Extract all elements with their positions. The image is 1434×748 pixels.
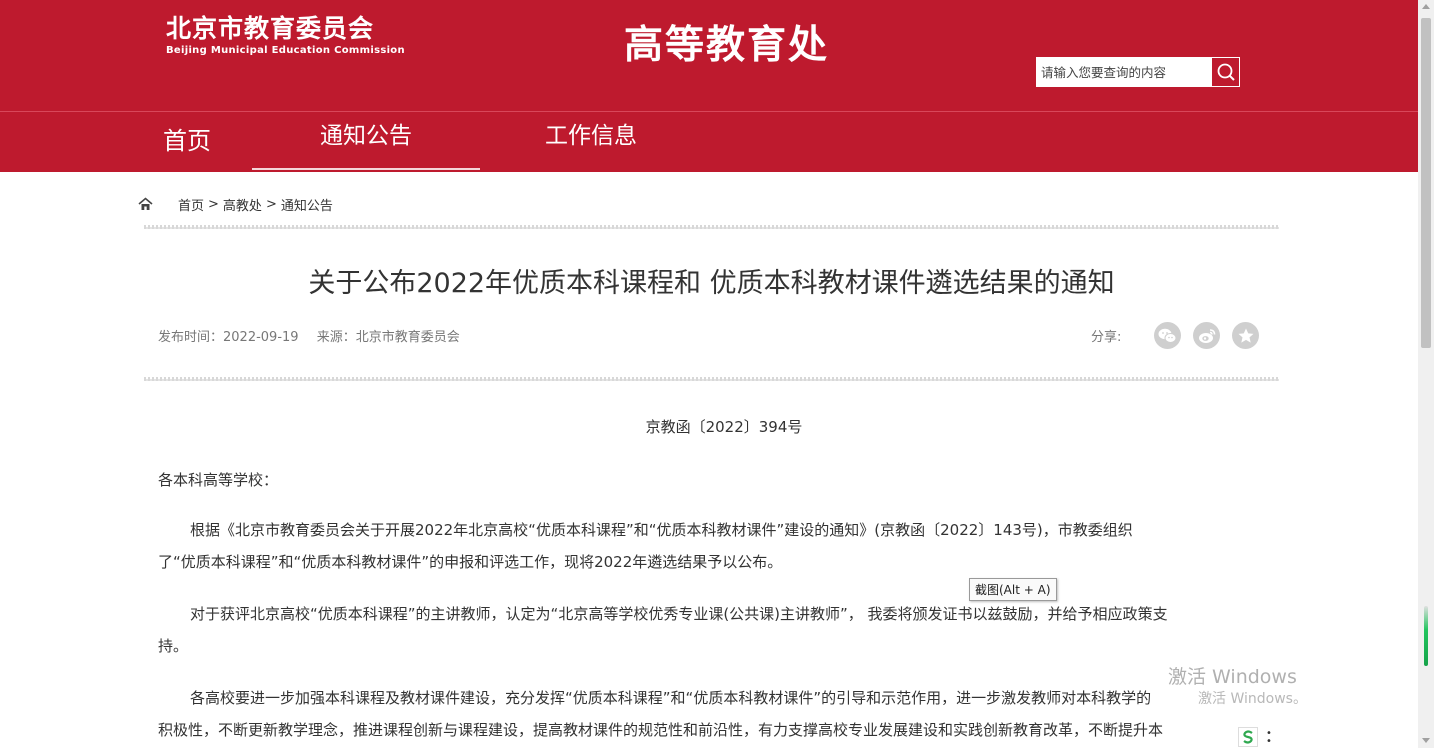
home-icon[interactable] xyxy=(138,197,153,211)
paragraph-line: 积极性，不断更新教学理念，推进课程创新与课程建设，提高教材课件的规范性和前沿性，… xyxy=(158,721,1164,739)
scroll-down-arrow-icon[interactable] xyxy=(1422,738,1430,743)
search-input[interactable] xyxy=(1037,58,1212,86)
paragraph: 根据《北京市教育委员会关于开展2022年北京高校“优质本科课程”和“优质本科教材… xyxy=(158,514,1260,578)
article-meta: 发布时间：2022-09-19 来源：北京市教育委员会 xyxy=(158,326,460,345)
search-box xyxy=(1036,57,1240,87)
ime-menu-icon[interactable]: • • xyxy=(1266,729,1272,747)
site-title: 高等教育处 xyxy=(624,23,830,68)
nav-item-home[interactable]: 首页 xyxy=(163,129,211,187)
breadcrumb: 首页 > 高教处 > 通知公告 xyxy=(138,195,333,214)
article-title: 关于公布2022年优质本科课程和 优质本科教材课件遴选结果的通知 xyxy=(308,268,1115,299)
ime-s-icon[interactable] xyxy=(1238,727,1258,747)
activate-windows-subtitle: 激活 Windows。 xyxy=(1198,691,1307,707)
weibo-icon[interactable] xyxy=(1193,322,1220,349)
wechat-icon[interactable] xyxy=(1154,322,1181,349)
document-number: 京教函〔2022〕394号 xyxy=(645,418,803,436)
paragraph-line: 对于获评北京高校“优质本科课程”的主讲教师，认定为“北京高等学校优秀专业课(公共… xyxy=(190,605,1168,623)
search-icon xyxy=(1217,63,1235,81)
main-nav: 首页 通知公告 工作信息 xyxy=(0,111,1418,172)
salutation: 各本科高等学校： xyxy=(158,471,279,489)
publish-time: 发布时间：2022-09-19 xyxy=(158,330,299,345)
paragraph-line: 了“优质本科课程”和“优质本科教材课件”的申报和评选工作，现将2022年遴选结果… xyxy=(158,553,783,571)
share-label: 分享: xyxy=(1091,330,1122,345)
breadcrumb-home[interactable]: 首页 xyxy=(178,195,204,214)
paragraph: 各高校要进一步加强本科课程及教材课件建设，充分发挥“优质本科课程”和“优质本科教… xyxy=(158,682,1260,746)
scroll-progress-indicator xyxy=(1424,606,1428,666)
logo-chinese-name: 北京市教育委员会 xyxy=(166,14,375,43)
divider xyxy=(144,225,1279,229)
nav-item-work-info[interactable]: 工作信息 xyxy=(545,125,637,183)
article-source: 来源：北京市教育委员会 xyxy=(316,330,460,345)
search-button[interactable] xyxy=(1211,58,1239,86)
paragraph-line: 各高校要进一步加强本科课程及教材课件建设，充分发挥“优质本科课程”和“优质本科教… xyxy=(190,689,1152,707)
paragraph: 对于获评北京高校“优质本科课程”的主讲教师，认定为“北京高等学校优秀专业课(公共… xyxy=(158,598,1260,662)
breadcrumb-higher-edu[interactable]: 高教处 xyxy=(223,195,262,214)
breadcrumb-separator: > xyxy=(208,196,219,212)
divider xyxy=(144,377,1279,381)
site-header: 北京市教育委员会 Beijing Municipal Education Com… xyxy=(0,0,1418,111)
paragraph-line: 持。 xyxy=(158,637,189,655)
breadcrumb-notices[interactable]: 通知公告 xyxy=(281,195,333,214)
activate-windows-title: 激活 Windows xyxy=(1168,666,1297,688)
scrollbar-thumb[interactable] xyxy=(1421,18,1431,348)
page-scrollbar[interactable] xyxy=(1418,0,1434,748)
screenshot-tooltip: 截图(Alt + A) xyxy=(969,578,1057,601)
scroll-up-arrow-icon[interactable] xyxy=(1422,4,1430,9)
logo[interactable]: 北京市教育委员会 Beijing Municipal Education Com… xyxy=(166,14,405,57)
logo-english-name: Beijing Municipal Education Commission xyxy=(166,45,405,56)
breadcrumb-separator: > xyxy=(265,196,277,212)
paragraph-line: 根据《北京市教育委员会关于开展2022年北京高校“优质本科课程”和“优质本科教材… xyxy=(190,521,1133,539)
nav-item-notices[interactable]: 通知公告 xyxy=(252,112,480,170)
favorite-star-icon[interactable] xyxy=(1232,322,1259,349)
